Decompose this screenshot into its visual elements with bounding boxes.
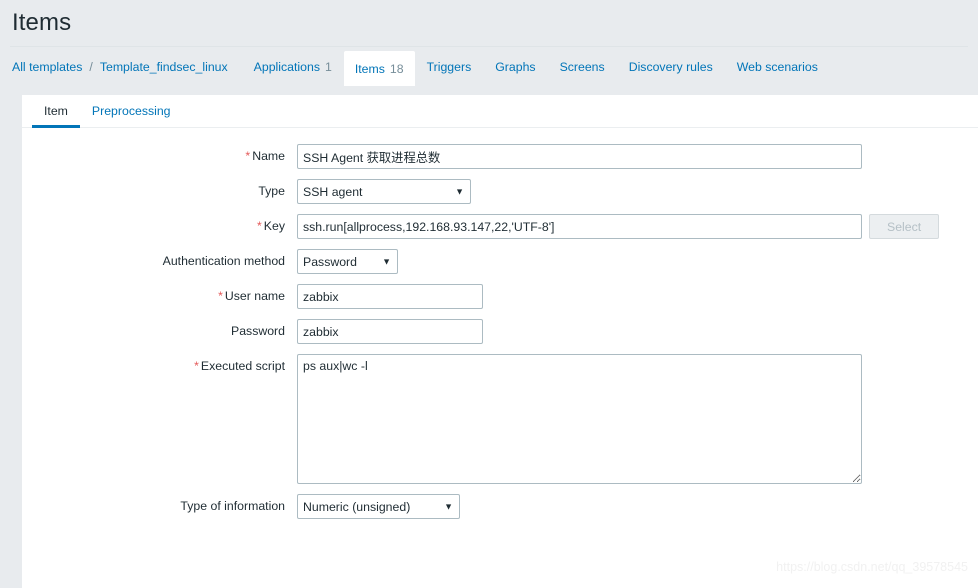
form-tab-bar: Item Preprocessing	[22, 95, 978, 128]
type-select[interactable]: SSH agent	[297, 179, 471, 204]
form-row-auth-method: Authentication method Password ▼	[22, 249, 978, 274]
user-name-input[interactable]	[297, 284, 483, 309]
breadcrumb-all-templates[interactable]: All templates	[12, 47, 82, 86]
nav-tab-web-scenarios[interactable]: Web scenarios	[725, 47, 830, 86]
form-row-executed-script: * Executed script	[22, 354, 978, 484]
field-password	[297, 319, 483, 344]
name-input[interactable]	[297, 144, 862, 169]
required-marker-name: *	[245, 149, 251, 163]
nav-tab-triggers[interactable]: Triggers	[415, 47, 484, 86]
label-auth-method: Authentication method	[162, 254, 285, 268]
nav-tab-applications[interactable]: Applications 1	[242, 47, 344, 86]
tab-item[interactable]: Item	[32, 95, 80, 128]
form-row-password: Password	[22, 319, 978, 344]
label-key: * Key	[22, 214, 297, 239]
breadcrumb-separator: /	[89, 59, 93, 74]
nav-tab-items-label: Items	[354, 61, 385, 76]
password-input[interactable]	[297, 319, 483, 344]
auth-method-select[interactable]: Password	[297, 249, 398, 274]
item-form: *Name Type SSH agent ▼ *Key Selec	[22, 128, 978, 519]
nav-tab-items-count: 18	[389, 61, 404, 76]
label-key-text: Key	[263, 219, 285, 233]
required-marker-executed-script: *	[194, 359, 199, 373]
form-row-type: Type SSH agent ▼	[22, 179, 978, 204]
key-input[interactable]	[297, 214, 862, 239]
tab-preprocessing[interactable]: Preprocessing	[80, 95, 183, 127]
field-name	[297, 144, 862, 169]
required-marker-key: *	[257, 219, 262, 233]
label-type-of-information: Type of information	[180, 499, 285, 513]
field-type-of-information: Numeric (unsigned) ▼	[297, 494, 460, 519]
field-user-name	[297, 284, 483, 309]
nav-tab-discovery-rules[interactable]: Discovery rules	[617, 47, 725, 86]
nav-tab-graphs[interactable]: Graphs	[483, 47, 547, 86]
watermark: https://blog.csdn.net/qq_39578545	[776, 560, 968, 574]
key-select-button[interactable]: Select	[869, 214, 940, 239]
page-header: Items	[0, 0, 978, 46]
type-select-wrap: SSH agent ▼	[297, 179, 471, 204]
form-row-user-name: * User name	[22, 284, 978, 309]
field-executed-script	[297, 354, 862, 484]
object-nav-tabs: Applications 1 Items 18 Triggers Graphs …	[242, 47, 830, 86]
label-user-name: * User name	[22, 284, 297, 309]
type-of-information-select[interactable]: Numeric (unsigned)	[297, 494, 460, 519]
breadcrumb: All templates / Template_findsec_linux A…	[0, 47, 978, 86]
nav-tab-applications-label: Applications	[253, 59, 320, 74]
label-password: Password	[231, 324, 285, 338]
nav-tab-screens[interactable]: Screens	[548, 47, 617, 86]
label-type: Type	[258, 184, 285, 198]
item-form-panel: Item Preprocessing *Name Type SSH agent …	[22, 95, 978, 588]
form-row-type-of-information: Type of information Numeric (unsigned) ▼	[22, 494, 978, 519]
field-key: Select	[297, 214, 940, 239]
executed-script-textarea[interactable]	[297, 354, 862, 484]
auth-method-select-wrap: Password ▼	[297, 249, 398, 274]
form-row-name: * Name	[22, 144, 978, 169]
field-auth-method: Password ▼	[297, 249, 398, 274]
label-executed-script-text: Executed script	[200, 359, 285, 373]
label-name-text: Name	[252, 149, 285, 163]
nav-tab-applications-count: 1	[324, 59, 332, 74]
page-title: Items	[12, 9, 72, 36]
field-type: SSH agent ▼	[297, 179, 471, 204]
required-marker-user-name: *	[218, 289, 223, 303]
label-user-name-text: User name	[224, 289, 285, 303]
form-row-key: *Key Select	[22, 214, 978, 239]
type-of-information-select-wrap: Numeric (unsigned) ▼	[297, 494, 460, 519]
breadcrumb-template-name[interactable]: Template_findsec_linux	[100, 47, 228, 86]
nav-tab-items[interactable]: Items 18	[343, 51, 415, 86]
label-name: * Name	[22, 144, 297, 169]
label-executed-script: * Executed script	[22, 354, 297, 379]
